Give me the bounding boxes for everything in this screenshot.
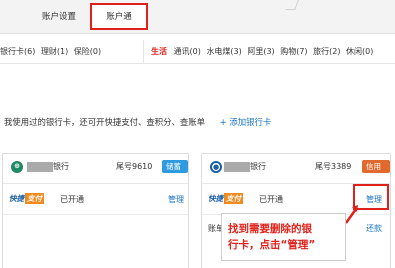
bank-name-redacted [224,162,250,172]
green-bank-icon: ⊕ [11,161,23,173]
life-category-list: 生活 通讯(0) 水电煤(3) 阿里(3) 购物(7) 旅行(2) 休闲(0) [143,40,376,64]
manage-link[interactable]: 管理 [366,194,382,205]
bank-card-savings: ⊕ 银行 尾号9610 储蓄卡 快捷 支付 已开通 管理 [2,153,189,268]
category-telecom[interactable]: 通讯(0) [174,47,201,56]
annotation-line-1: 找到需要删除的银 [228,223,312,235]
category-ali[interactable]: 阿里(3) [247,47,274,56]
card-type-badge: 信用卡 [362,160,390,184]
bank-name-redacted [27,162,53,172]
quickpay-status: 已开通 [60,195,84,204]
card-divider [3,214,188,215]
bank-suffix: 银行 [250,162,266,171]
category-insurance[interactable]: 保险(0) [74,47,101,56]
asset-category-list: 银行卡(6) 理财(1) 保险(0) [0,40,104,64]
annotation-callout: 找到需要删除的银 行卡，点击“管理” [221,213,346,261]
blue-bank-icon: ● [210,161,222,173]
tab-account-hub[interactable]: 账户通 [90,3,148,30]
info-text: 我使用过的银行卡，还可开快捷支付、查积分、查账单 [4,117,205,127]
card-tail-number: 尾号3389 [315,162,352,171]
card-tail-number: 尾号9610 [116,162,153,171]
annotation-arrow-icon [344,205,358,224]
category-travel[interactable]: 旅行(2) [313,47,340,56]
category-life[interactable]: 生活 [151,47,167,56]
category-filter-row: 银行卡(6) 理财(1) 保险(0) 生活 通讯(0) 水电煤(3) 阿里(3)… [0,40,395,64]
tab-corner-decoration [285,0,299,10]
top-tab-bar: 账户设置 账户通 [0,0,395,34]
quickpay-logo-text: 快捷 [9,194,24,203]
annotation-line-2: 行卡，点击“管理” [228,239,316,251]
quickpay-logo: 快捷 支付 [208,193,248,205]
card-type-badge: 储蓄卡 [162,160,188,184]
bank-suffix: 银行 [53,162,69,171]
tab-account-settings[interactable]: 账户设置 [42,0,76,34]
bank-card-info: 我使用过的银行卡，还可开快捷支付、查积分、查账单 + 添加银行卡 [4,116,271,128]
card-header: ⊕ 银行 尾号9610 储蓄卡 [3,154,188,184]
category-wealth[interactable]: 理财(1) [41,47,68,56]
quickpay-logo-badge: 支付 [224,193,243,204]
category-utilities[interactable]: 水电煤(3) [206,47,241,56]
card-header: ● 银行 尾号3389 信用卡 [202,154,390,184]
category-leisure[interactable]: 休闲(0) [346,47,373,56]
add-bank-card-link[interactable]: + 添加银行卡 [220,117,272,127]
quickpay-status: 已开通 [259,195,283,204]
category-bank-cards[interactable]: 银行卡(6) [0,47,35,56]
manage-link[interactable]: 管理 [168,194,184,205]
category-shopping[interactable]: 购物(7) [280,47,307,56]
quickpay-logo-badge: 支付 [25,193,44,204]
quickpay-logo-text: 快捷 [208,194,223,203]
repay-link[interactable]: 还款 [366,223,382,234]
quickpay-logo: 快捷 支付 [9,193,49,205]
